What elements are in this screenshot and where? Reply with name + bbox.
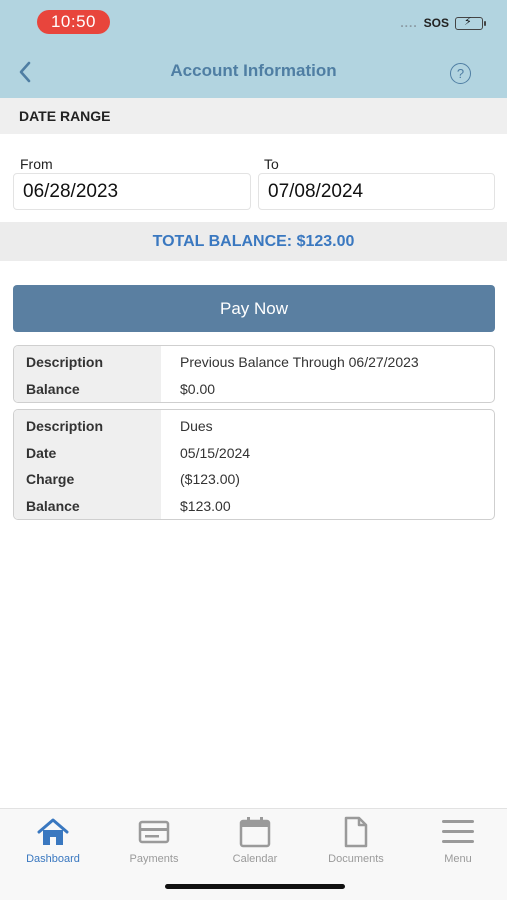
tab-label: Calendar: [232, 853, 278, 865]
help-button[interactable]: ?: [450, 63, 471, 84]
date-range-header: DATE RANGE: [0, 98, 507, 134]
row-value: $0.00: [180, 380, 216, 397]
tab-dashboard[interactable]: Dashboard: [8, 815, 98, 865]
home-indicator: [165, 884, 345, 889]
row-label: Date: [26, 444, 57, 461]
document-icon: [344, 816, 368, 848]
home-icon: [37, 818, 69, 845]
page-title: Account Information: [170, 61, 337, 80]
transaction-card: Description Balance Previous Balance Thr…: [13, 345, 495, 403]
signal-icon: ....: [400, 16, 418, 30]
sos-indicator: SOS: [423, 16, 449, 30]
card-values: Dues 05/15/2024 ($123.00) $123.00: [161, 410, 494, 519]
card-labels: Description Date Charge Balance: [14, 410, 161, 519]
row-value: Previous Balance Through 06/27/2023: [180, 354, 419, 371]
date-range-heading: DATE RANGE: [19, 108, 111, 124]
tab-documents[interactable]: Documents: [311, 815, 401, 865]
row-value: 05/15/2024: [180, 444, 251, 461]
row-value: Dues: [180, 418, 213, 435]
status-time: 10:50: [37, 10, 110, 34]
battery-icon: ⚡: [455, 16, 486, 30]
tab-payments[interactable]: Payments: [109, 815, 199, 865]
tab-label: Payments: [129, 853, 179, 865]
status-indicators: .... SOS ⚡: [400, 16, 486, 30]
transaction-card: Description Date Charge Balance Dues 05/…: [13, 409, 495, 520]
row-label: Description: [26, 418, 104, 435]
app-header: 10:50 .... SOS ⚡ Account Information ?: [0, 0, 507, 98]
to-date-field[interactable]: 07/08/2024: [258, 173, 495, 210]
tab-menu[interactable]: Menu: [413, 815, 503, 865]
tab-label: Documents: [328, 853, 384, 865]
tab-label: Menu: [444, 853, 472, 865]
hamburger-menu-icon: [442, 820, 474, 843]
pay-now-button[interactable]: Pay Now: [13, 285, 495, 332]
to-label: To: [264, 156, 279, 172]
row-label: Description: [26, 354, 104, 371]
tab-label: Dashboard: [26, 853, 80, 865]
row-value: ($123.00): [180, 471, 240, 488]
total-balance: TOTAL BALANCE: $123.00: [0, 222, 507, 261]
from-date-field[interactable]: 06/28/2023: [13, 173, 251, 210]
calendar-icon: [239, 817, 271, 848]
credit-card-icon: [138, 820, 170, 844]
tab-calendar[interactable]: Calendar: [210, 815, 300, 865]
card-values: Previous Balance Through 06/27/2023 $0.0…: [161, 346, 494, 402]
row-value: $123.00: [180, 497, 231, 514]
help-icon: ?: [456, 66, 465, 81]
row-label: Balance: [26, 497, 80, 514]
row-label: Balance: [26, 380, 80, 397]
card-labels: Description Balance: [14, 346, 161, 402]
from-label: From: [20, 156, 53, 172]
row-label: Charge: [26, 471, 75, 488]
